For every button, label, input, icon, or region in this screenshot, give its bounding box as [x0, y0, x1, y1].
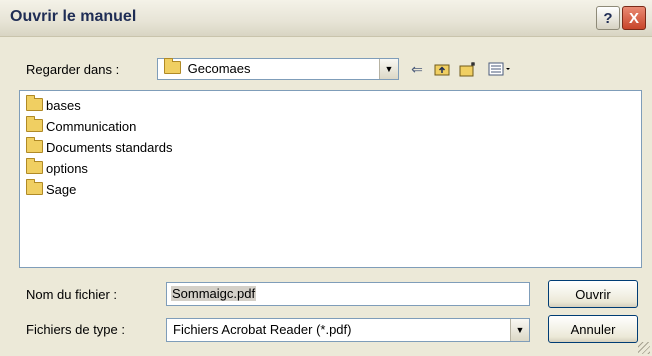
- cancel-button[interactable]: Annuler: [548, 315, 638, 343]
- close-icon: X: [628, 9, 639, 27]
- filetype-dropdown[interactable]: Fichiers Acrobat Reader (*.pdf) ▼: [166, 318, 530, 342]
- list-item[interactable]: options: [26, 158, 641, 179]
- list-item-label: bases: [46, 98, 81, 113]
- list-item[interactable]: bases: [26, 95, 641, 116]
- folder-icon: [26, 137, 43, 153]
- help-button[interactable]: ?: [596, 6, 620, 30]
- list-item-label: Documents standards: [46, 140, 173, 155]
- filename-label: Nom du fichier :: [26, 287, 118, 302]
- list-item[interactable]: Documents standards: [26, 137, 641, 158]
- look-in-label: Regarder dans :: [26, 62, 120, 77]
- filetype-label: Fichiers de type :: [26, 322, 125, 337]
- folder-icon: [26, 116, 43, 132]
- file-list[interactable]: bases Communication Documents standards opt…: [19, 90, 642, 268]
- help-icon: ?: [603, 9, 613, 27]
- list-item-label: Communication: [46, 119, 137, 134]
- view-menu-icon[interactable]: [486, 60, 516, 78]
- filename-value: Sommaigc.pdf: [171, 286, 257, 301]
- arrow-left-icon[interactable]: ⇐: [407, 60, 427, 78]
- list-item-label: options: [46, 161, 88, 176]
- folder-icon: [26, 179, 43, 195]
- look-in-dropdown[interactable]: Gecomaes ▼: [157, 58, 399, 80]
- list-item[interactable]: Communication: [26, 116, 641, 137]
- resize-grip-icon[interactable]: [638, 342, 650, 354]
- window-title: Ouvrir le manuel: [10, 8, 137, 25]
- list-item-label: Sage: [46, 182, 77, 197]
- chevron-down-icon[interactable]: ▼: [379, 59, 398, 79]
- chevron-down-icon[interactable]: ▼: [510, 319, 529, 341]
- title-bar[interactable]: Ouvrir le manuel ? X: [0, 0, 652, 37]
- folder-icon: [26, 158, 43, 174]
- look-in-value: Gecomaes: [187, 61, 251, 76]
- list-item[interactable]: Sage: [26, 179, 641, 200]
- folder-icon: [26, 95, 43, 111]
- folder-up-icon[interactable]: [432, 60, 452, 78]
- filetype-value: Fichiers Acrobat Reader (*.pdf): [173, 322, 352, 337]
- close-button[interactable]: X: [622, 6, 646, 30]
- folder-icon: [164, 58, 181, 74]
- new-folder-icon[interactable]: [458, 60, 478, 78]
- open-file-dialog: Ouvrir le manuel ? X Regarder dans : Gec…: [0, 0, 652, 356]
- open-button[interactable]: Ouvrir: [548, 280, 638, 308]
- filename-input[interactable]: Sommaigc.pdf: [166, 282, 530, 306]
